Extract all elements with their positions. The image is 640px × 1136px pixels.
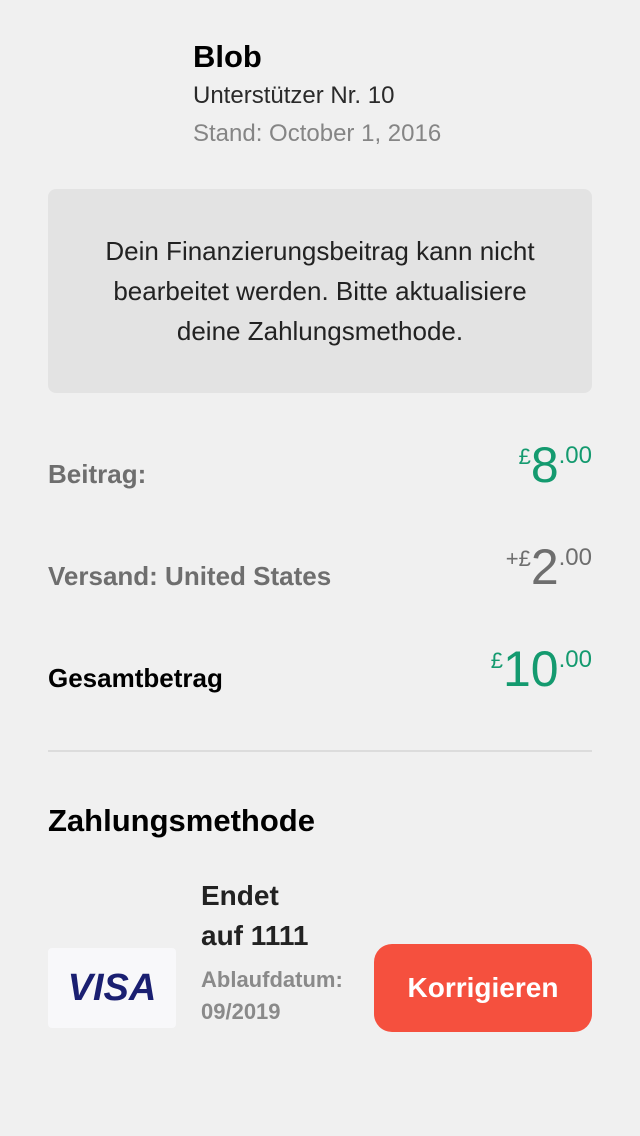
card-ends-text: Endet auf 1111	[201, 880, 309, 951]
pledge-currency: £	[518, 444, 531, 469]
project-name: Blob	[193, 39, 262, 74]
shipping-cents: .00	[558, 544, 592, 571]
visa-card-icon: VISA	[48, 948, 176, 1028]
shipping-currency: +£	[505, 546, 531, 571]
status-date: Stand: October 1, 2016	[193, 120, 442, 147]
pledge-row: Beitrag: £ 8 .00	[48, 440, 592, 490]
pledge-screen: Blob Unterstützer Nr. 10 Stand: October …	[0, 0, 640, 1136]
pledge-label: Beitrag:	[48, 459, 147, 489]
pledge-whole: 8	[530, 437, 559, 493]
visa-logo-text: VISA	[67, 966, 157, 1009]
fix-payment-button[interactable]: Korrigieren	[374, 944, 592, 1032]
card-info: Endet auf 1111 Ablaufdatum: 09/2019	[201, 876, 343, 1028]
total-amount: £ 10 .00	[491, 644, 592, 694]
pledge-cents: .00	[558, 442, 592, 469]
total-cents: .00	[558, 646, 592, 673]
project-header: Blob Unterstützer Nr. 10 Stand: October …	[193, 38, 441, 150]
total-whole: 10	[503, 641, 559, 697]
card-expiry-text: Ablaufdatum: 09/2019	[201, 967, 343, 1024]
payment-method-title: Zahlungsmethode	[48, 803, 315, 838]
pledge-amount: £ 8 .00	[519, 440, 592, 490]
backer-number: Unterstützer Nr. 10	[193, 82, 395, 109]
total-label: Gesamtbetrag	[48, 663, 223, 693]
shipping-row: Versand: United States +£ 2 .00	[48, 542, 592, 592]
payment-error-notice: Dein Finanzierungsbeitrag kann nicht bea…	[48, 189, 592, 393]
shipping-label: Versand: United States	[48, 561, 332, 591]
shipping-whole: 2	[530, 539, 559, 595]
total-currency: £	[490, 648, 503, 673]
notice-text: Dein Finanzierungsbeitrag kann nicht bea…	[105, 236, 535, 346]
total-row: Gesamtbetrag £ 10 .00	[48, 644, 592, 694]
shipping-amount: +£ 2 .00	[506, 542, 592, 592]
section-divider	[48, 750, 592, 752]
